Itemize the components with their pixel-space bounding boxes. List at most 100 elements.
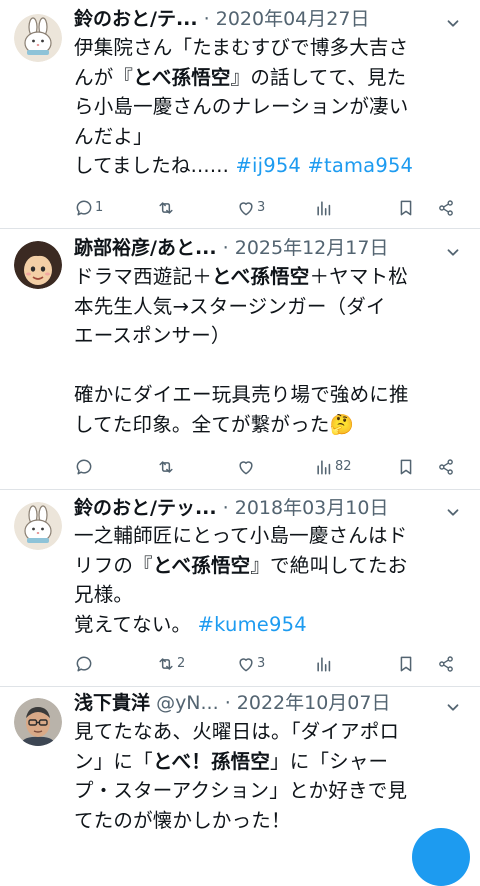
text-segment: 覚えてない。 [74,612,198,636]
text-segment: してた印象。全てが繋がった🤔 [74,412,354,436]
more-icon[interactable] [444,243,462,261]
bookmark-button[interactable] [396,652,416,676]
bookmark-button[interactable] [396,455,416,479]
bookmark-icon [400,459,412,475]
text-segment: 見てたなあ、火曜日は。「ダイアポロ [74,720,400,743]
highlighted-keyword: とべ孫悟空 [133,65,231,89]
like-button[interactable] [236,455,257,479]
text-segment: 」に「シャー [270,749,389,773]
tweet-date[interactable]: 2020年04月27日 [216,8,370,30]
tweet[interactable]: 跡部裕彦/あと... · 2025年12月17日 ドラマ西遊記＋とべ孫悟空＋ヤマ… [0,229,480,489]
tweet[interactable]: 浅下貴洋 @yN... · 2022年10月07日 見てたなあ、火曜日は。「ダイ… [0,687,480,847]
handle[interactable]: @yN... [156,692,219,714]
more-icon[interactable] [444,503,462,521]
share-icon [439,656,453,672]
text-line: してましたね...... #ij954 #tama954 [74,151,472,181]
share-button[interactable] [436,652,456,676]
view-count: 82 [335,459,352,474]
text-line: んだよ」 [74,122,472,152]
like-button[interactable]: 3 [236,652,265,676]
display-name[interactable]: 鈴のおと/テッ... [74,497,217,519]
retweet-button[interactable]: 2 [156,652,185,676]
separator-dot: · [224,692,231,714]
views-icon [317,657,331,672]
views-button[interactable] [314,652,335,676]
reply-button[interactable] [74,455,95,479]
views-icon [317,460,331,475]
like-icon [239,461,253,475]
tweet-text: ドラマ西遊記＋とべ孫悟空＋ヤマト松 本先生人気→スタージンガー（ダイエースポンサー… [74,262,472,439]
retweet-button[interactable] [156,455,177,479]
hashtag-link[interactable]: #kume954 [198,613,307,636]
text-line: てたのが懐かしかった！ [74,806,472,836]
views-button[interactable]: 82 [314,455,352,479]
action-bar: 82 [74,455,466,479]
text-line: ら小島一慶さんのナレーションが凄い [74,92,472,122]
retweet-button[interactable] [156,196,177,220]
text-line: ドラマ西遊記＋とべ孫悟空＋ヤマト松 [74,262,472,292]
share-icon [439,459,453,475]
text-line: 伊集院さん「たまむすびで博多大吉さ [74,33,472,63]
text-line: 覚えてない。 #kume954 [74,610,472,640]
text-segment: 』の話してて、見た [230,65,407,89]
tweet-date[interactable]: 2018年03月10日 [235,497,389,519]
like-button[interactable]: 3 [236,196,265,220]
hashtag-link[interactable]: #tama954 [307,154,413,177]
like-count: 3 [257,656,266,671]
reply-button[interactable]: 1 [74,196,103,220]
separator-dot: · [222,497,229,519]
tweet-header: 鈴のおと/テ... · 2020年04月27日 [74,6,468,32]
views-icon [317,201,331,216]
text-line: リフの『とべ孫悟空』で絶叫してたお [74,551,472,581]
reply-icon [76,459,92,475]
bookmark-icon [400,200,412,216]
retweet-icon [159,461,173,473]
tweet-date[interactable]: 2022年10月07日 [237,692,391,714]
separator-dot: · [222,237,229,259]
tweet-header: 浅下貴洋 @yN... · 2022年10月07日 [74,690,468,716]
text-line: 確かにダイエー玩具売り場で強めに推 [74,380,472,410]
text-line: プ・スターアクション」とか好きで見 [74,776,472,806]
reply-button[interactable] [74,652,95,676]
tweet-header: 跡部裕彦/あと... · 2025年12月17日 [74,235,468,261]
more-icon[interactable] [444,698,462,716]
text-segment: 本先生人気→スタージンガー（ダイ [74,294,386,318]
tweet-date[interactable]: 2025年12月17日 [235,237,389,259]
text-segment: プ・スターアクション」とか好きで見 [74,779,408,802]
display-name[interactable]: 跡部裕彦/あと... [74,237,217,259]
action-bar: 2 3 [74,652,466,676]
display-name[interactable]: 浅下貴洋 [74,692,150,714]
tweet[interactable]: 鈴のおと/テ... · 2020年04月27日 伊集院さん「たまむすびで博多大吉… [0,0,480,228]
avatar[interactable] [14,698,62,746]
tweet-text: 一之輔師匠にとって小島一慶さんはドリフの『とべ孫悟空』で絶叫してたお 兄様。覚えて… [74,521,472,639]
text-line: エースポンサー） [74,321,472,351]
like-icon [239,658,253,672]
avatar[interactable] [14,502,62,550]
text-segment: ら小島一慶さんのナレーションが凄い [74,95,409,118]
share-button[interactable] [436,196,456,220]
highlighted-keyword: とべ！孫悟空 [152,749,271,773]
text-segment: んだよ」 [74,124,153,148]
text-line: 兄様。 [74,580,472,610]
text-line: んが『とべ孫悟空』の話してて、見た [74,63,472,93]
avatar[interactable] [14,241,62,289]
text-line: してた印象。全てが繋がった🤔 [74,410,472,440]
bookmark-icon [400,656,412,672]
display-name[interactable]: 鈴のおと/テ... [74,8,198,30]
like-count: 3 [257,200,266,215]
compose-button[interactable] [412,828,470,886]
more-icon[interactable] [444,14,462,32]
text-segment: 一之輔師匠にとって小島一慶さんはド [74,524,408,547]
share-button[interactable] [436,455,456,479]
hashtag-link[interactable]: #ij954 [235,154,301,177]
views-button[interactable] [314,196,335,220]
bookmark-button[interactable] [396,196,416,220]
text-segment: 兄様。 [74,583,134,606]
tweet-header: 鈴のおと/テッ... · 2018年03月10日 [74,495,468,521]
tweet[interactable]: 鈴のおと/テッ... · 2018年03月10日 一之輔師匠にとって小島一慶さん… [0,490,480,686]
avatar[interactable] [14,14,62,62]
text-segment: 伊集院さん「たまむすびで博多大吉さ [74,36,409,59]
like-icon [239,202,253,216]
text-segment: んが『 [74,65,134,89]
